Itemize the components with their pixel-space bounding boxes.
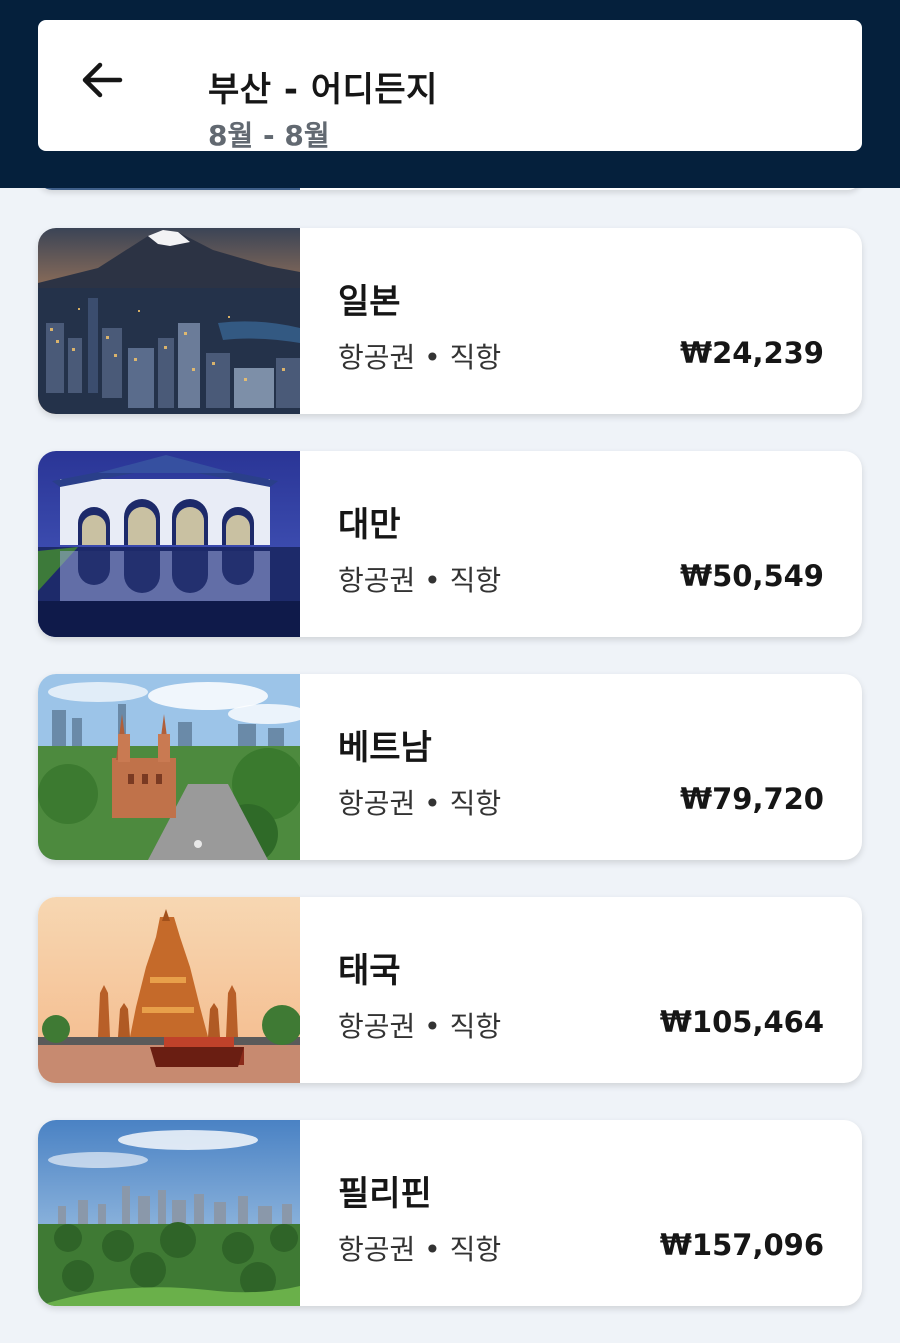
destination-flight-info: 항공권 • 직항 (338, 1233, 502, 1266)
memorial-gate-image (38, 451, 300, 637)
destination-list: 일본 항공권 • 직항 ₩24,239 대만 항공권 • 직항 ₩50,549 … (38, 228, 862, 1343)
manila-skyline-image (38, 1120, 300, 1306)
route-summary-card[interactable]: 부산 - 어디든지 8월 - 8월 (38, 20, 862, 152)
saigon-cathedral-image (38, 674, 300, 860)
destination-price: ₩50,549 (680, 559, 824, 593)
destination-flight-info: 항공권 • 직항 (338, 341, 502, 374)
destination-flight-info: 항공권 • 직항 (338, 787, 502, 820)
destination-name: 태국 (338, 951, 401, 991)
destination-card-philippines[interactable]: 필리핀 항공권 • 직항 ₩157,096 (38, 1120, 862, 1306)
destination-price: ₩157,096 (659, 1228, 824, 1262)
destination-card-vietnam[interactable]: 베트남 항공권 • 직항 ₩79,720 (38, 674, 862, 860)
back-button[interactable] (70, 50, 134, 114)
destination-flight-info: 항공권 • 직항 (338, 564, 502, 597)
route-dates: 8월 - 8월 (208, 119, 330, 152)
destination-card-japan[interactable]: 일본 항공권 • 직항 ₩24,239 (38, 228, 862, 414)
destination-name: 대만 (338, 505, 401, 545)
destination-name: 베트남 (338, 728, 432, 768)
fuji-city-image (38, 228, 300, 414)
destination-card-thailand[interactable]: 태국 항공권 • 직항 ₩105,464 (38, 897, 862, 1083)
top-app-bar: 부산 - 어디든지 8월 - 8월 (0, 0, 900, 188)
destination-price: ₩79,720 (680, 782, 824, 816)
destination-flight-info: 항공권 • 직항 (338, 1010, 502, 1043)
destination-price: ₩105,464 (659, 1005, 824, 1039)
arrow-left-icon (80, 60, 124, 104)
route-title: 부산 - 어디든지 (208, 70, 438, 110)
destination-name: 일본 (338, 282, 401, 322)
destination-price: ₩24,239 (680, 336, 824, 370)
destination-name: 필리핀 (338, 1174, 432, 1214)
destination-card-taiwan[interactable]: 대만 항공권 • 직항 ₩50,549 (38, 451, 862, 637)
wat-arun-image (38, 897, 300, 1083)
